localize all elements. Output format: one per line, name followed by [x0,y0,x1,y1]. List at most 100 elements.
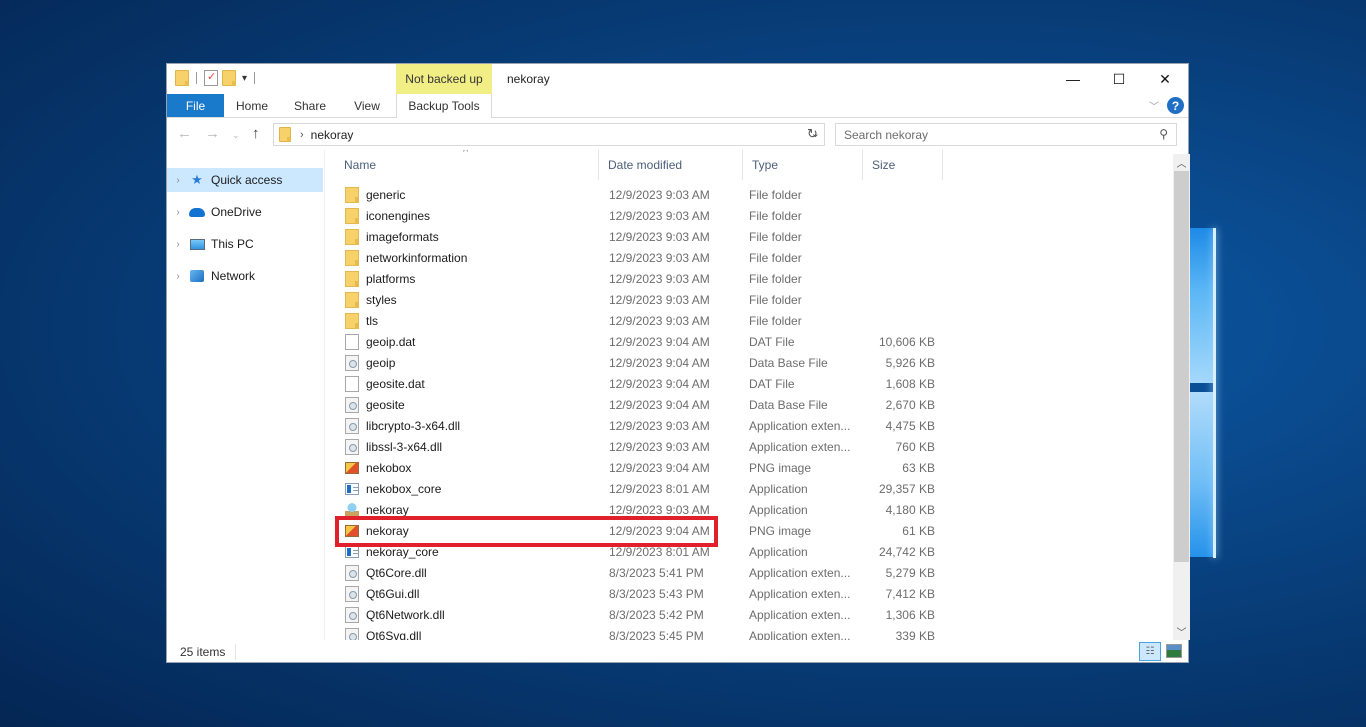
file-row[interactable]: nekobox_core 12/9/2023 8:01 AM Application… [335,478,955,499]
file-row[interactable]: tls 12/9/2023 9:03 AM File folder [335,310,955,331]
dll-file-icon [345,564,359,581]
window-controls: — ☐ ✕ [1050,64,1188,94]
file-row[interactable]: generic 12/9/2023 9:03 AM File folder [335,184,955,205]
file-size: 1,306 KB [885,607,935,622]
file-row[interactable]: nekoray 12/9/2023 9:04 AM PNG image 61 KB [335,520,955,541]
refresh-icon[interactable]: ↻ [807,126,818,142]
file-name: geoip [366,355,396,370]
file-row[interactable]: geoip.dat 12/9/2023 9:04 AM DAT File 10,606… [335,331,955,352]
file-row[interactable]: platforms 12/9/2023 9:03 AM File folder [335,268,955,289]
context-tab-group-label: Not backed up [396,64,492,94]
file-row[interactable]: libcrypto-3-x64.dll 12/9/2023 9:03 AM Appl… [335,415,955,436]
sidebar-item-network[interactable]: › Network [167,264,323,288]
file-row[interactable]: libssl-3-x64.dll 12/9/2023 9:03 AM Applica… [335,436,955,457]
desktop-wallpaper-glow [1213,228,1216,558]
expand-chevron-icon[interactable]: › [167,207,189,218]
sidebar-item-this-pc[interactable]: › This PC [167,232,323,256]
column-header-type[interactable]: Type [743,150,863,180]
file-type: Application exten... [749,607,851,622]
file-type: File folder [749,292,802,307]
item-count: 25 items [180,645,226,659]
file-date-modified: 12/9/2023 9:04 AM [609,334,710,349]
scroll-down-arrow-icon[interactable]: ﹀ [1173,623,1190,640]
breadcrumb-separator-icon[interactable]: › [300,129,304,141]
file-name: nekoray [366,502,409,517]
sidebar-item-quick-access[interactable]: › ★ Quick access [167,168,323,192]
expand-chevron-icon[interactable]: › [167,175,189,186]
file-type: DAT File [749,376,795,391]
sidebar-item-label: This PC [211,237,254,251]
search-box[interactable]: ⚲ [835,123,1177,146]
file-name: geoip.dat [366,334,416,349]
file-row[interactable]: geoip 12/9/2023 9:04 AM Data Base File 5,92… [335,352,955,373]
file-row[interactable]: iconengines 12/9/2023 9:03 AM File folder [335,205,955,226]
file-row[interactable]: nekoray 12/9/2023 9:03 AM Application 4,180… [335,499,955,520]
file-type: Data Base File [749,355,828,370]
expand-chevron-icon[interactable]: › [167,239,189,250]
details-view-icon[interactable]: ☷ [1139,642,1161,661]
file-name-cell: geoip [335,354,599,371]
scroll-up-arrow-icon[interactable]: ︿ [1173,154,1190,171]
forward-arrow-icon[interactable]: → [205,125,220,142]
back-arrow-icon[interactable]: ← [177,125,192,142]
folder-file-icon [345,291,359,308]
large-icons-view-icon[interactable] [1166,644,1182,658]
file-size: 7,412 KB [885,586,935,601]
file-name: Qt6Svg.dll [366,628,422,641]
file-row[interactable]: imageformats 12/9/2023 9:03 AM File folder [335,226,955,247]
navigation-pane: › ★ Quick access › OneDrive › This PC › … [167,150,325,640]
navigation-bar: ← → ⌄ ↑ › nekoray ⌄ ↻ ⚲ [167,122,1188,148]
search-icon[interactable]: ⚲ [1159,127,1168,141]
search-input[interactable] [844,127,1144,142]
file-row[interactable]: nekoray_core 12/9/2023 8:01 AM Application… [335,541,955,562]
file-type: Application exten... [749,628,851,641]
file-row[interactable]: geosite 12/9/2023 9:04 AM Data Base File 2,… [335,394,955,415]
file-name-cell: nekoray_core [335,545,599,559]
column-header-size[interactable]: Size [863,150,943,180]
column-header-date-modified[interactable]: Date modified [599,150,743,180]
new-folder-icon[interactable] [222,70,236,86]
breadcrumb-item[interactable]: nekoray [311,128,354,142]
help-icon[interactable]: ? [1167,97,1184,114]
scrollbar-thumb[interactable] [1174,171,1189,562]
column-label: Name [344,158,377,172]
file-explorer-window: ▾ Not backed up nekoray — ☐ ✕ File Home … [166,63,1190,663]
folder-icon [175,70,189,86]
file-date-modified: 12/9/2023 9:03 AM [609,313,710,328]
tab-file[interactable]: File [167,94,224,117]
column-header-name[interactable]: Name ^ [335,150,599,180]
star-icon: ★ [191,172,203,187]
sidebar-item-onedrive[interactable]: › OneDrive [167,200,323,224]
file-date-modified: 8/3/2023 5:41 PM [609,565,704,580]
vertical-scrollbar[interactable]: ︿ ﹀ [1173,154,1190,640]
file-date-modified: 12/9/2023 9:04 AM [609,397,710,412]
minimize-button[interactable]: — [1050,64,1096,94]
file-row[interactable]: Qt6Svg.dll 8/3/2023 5:45 PM Application ex… [335,625,955,640]
expand-chevron-icon[interactable]: › [167,271,189,282]
file-name-cell: geosite.dat [335,375,599,392]
tab-home[interactable]: Home [224,94,280,117]
address-bar[interactable]: › nekoray ⌄ [273,123,825,146]
tab-share[interactable]: Share [280,94,340,117]
file-row[interactable]: networkinformation 12/9/2023 9:03 AM File … [335,247,955,268]
file-row[interactable]: Qt6Core.dll 8/3/2023 5:41 PM Application e… [335,562,955,583]
toolbar-divider [254,72,256,84]
properties-icon[interactable] [204,70,218,86]
tab-view[interactable]: View [340,94,394,117]
customize-dropdown-icon[interactable]: ▾ [242,73,247,84]
recent-locations-chevron-icon[interactable]: ⌄ [232,130,240,141]
file-size: 5,279 KB [885,565,935,580]
tab-backup-tools[interactable]: Backup Tools [396,94,492,118]
status-divider [235,644,236,660]
maximize-button[interactable]: ☐ [1096,64,1142,94]
up-arrow-icon[interactable]: ↑ [252,125,260,142]
file-row[interactable]: nekobox 12/9/2023 9:04 AM PNG image 63 KB [335,457,955,478]
file-date-modified: 12/9/2023 9:03 AM [609,187,710,202]
file-row[interactable]: styles 12/9/2023 9:03 AM File folder [335,289,955,310]
expand-ribbon-chevron-icon[interactable]: ﹀ [1149,98,1159,113]
file-row[interactable]: Qt6Network.dll 8/3/2023 5:42 PM Applicatio… [335,604,955,625]
file-row[interactable]: geosite.dat 12/9/2023 9:04 AM DAT File 1,60… [335,373,955,394]
close-button[interactable]: ✕ [1142,64,1188,94]
file-row[interactable]: Qt6Gui.dll 8/3/2023 5:43 PM Application ex… [335,583,955,604]
file-type: PNG image [749,523,812,538]
